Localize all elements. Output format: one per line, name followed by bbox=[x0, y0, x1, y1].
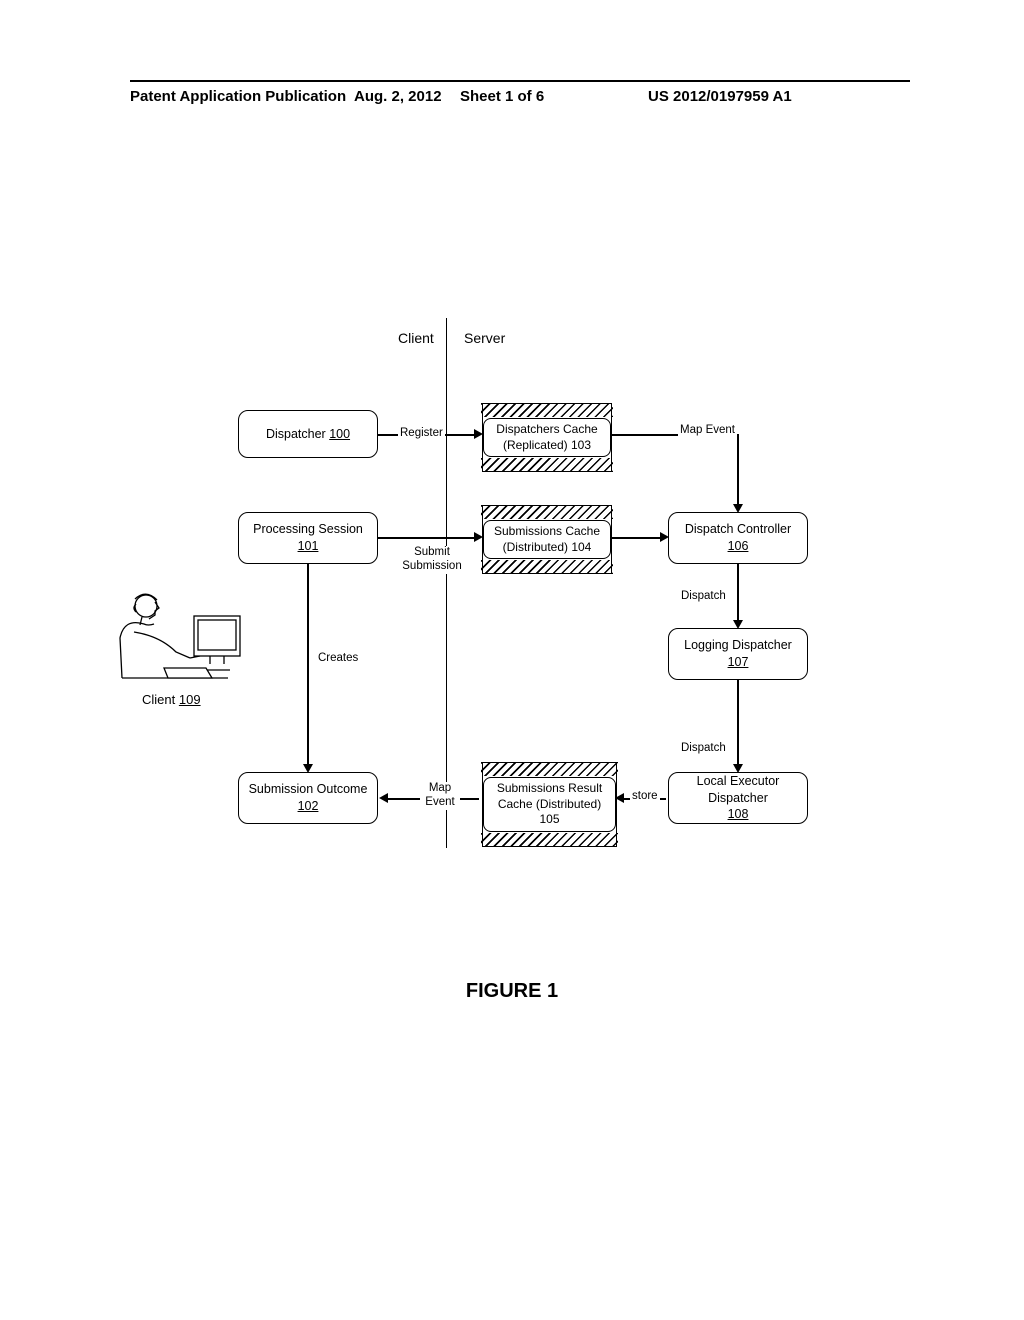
arrow-icon bbox=[733, 504, 743, 513]
header-publication-type: Patent Application Publication bbox=[130, 88, 346, 105]
node-ref: 101 bbox=[298, 538, 319, 555]
edge-label-dispatch-1: Dispatch bbox=[679, 590, 728, 604]
column-label-client: Client bbox=[398, 330, 434, 346]
node-processing-session: Processing Session 101 bbox=[238, 512, 378, 564]
edge-submit bbox=[378, 537, 478, 539]
arrow-icon bbox=[660, 532, 669, 542]
edge-map-event-top-v bbox=[737, 434, 739, 508]
header-sheet: Sheet 1 of 6 bbox=[460, 88, 544, 105]
edge-label-map-event-bottom: Map Event bbox=[420, 782, 460, 810]
edge-creates bbox=[307, 564, 309, 768]
node-dispatcher: Dispatcher 100 bbox=[238, 410, 378, 458]
arrow-icon bbox=[733, 764, 743, 773]
arrow-icon bbox=[733, 620, 743, 629]
client-user-icon bbox=[106, 582, 256, 692]
node-ref: 102 bbox=[298, 798, 319, 815]
arrow-icon bbox=[615, 793, 624, 803]
node-dispatcher-label: Dispatcher 100 bbox=[266, 426, 350, 443]
client-caption: Client 109 bbox=[142, 692, 201, 707]
node-text: Submission Outcome bbox=[249, 781, 368, 798]
arrow-icon bbox=[303, 764, 313, 773]
edge-label-map-event-top: Map Event bbox=[678, 424, 737, 438]
node-results-cache: Submissions ResultCache (Distributed)105 bbox=[482, 762, 617, 847]
node-submission-outcome: Submission Outcome 102 bbox=[238, 772, 378, 824]
node-text: Logging Dispatcher bbox=[684, 637, 792, 654]
edge-dispatch-1 bbox=[737, 564, 739, 624]
client-server-divider bbox=[446, 318, 447, 848]
arrow-icon bbox=[474, 532, 483, 542]
node-text: Dispatch Controller bbox=[685, 521, 791, 538]
edge-dispatch-2 bbox=[737, 680, 739, 768]
edge-label-register: Register bbox=[398, 427, 445, 441]
node-local-executor: Local Executor Dispatcher 108 bbox=[668, 772, 808, 824]
edge-label-creates: Creates bbox=[316, 652, 360, 666]
arrow-icon bbox=[474, 429, 483, 439]
header-divider bbox=[130, 80, 910, 82]
header-date: Aug. 2, 2012 bbox=[354, 88, 442, 105]
node-ref: 106 bbox=[728, 538, 749, 555]
edge-subcache-to-controller bbox=[612, 537, 664, 539]
node-submissions-cache: Submissions Cache(Distributed) 104 bbox=[482, 505, 612, 574]
node-logging-dispatcher: Logging Dispatcher 107 bbox=[668, 628, 808, 680]
column-label-server: Server bbox=[464, 330, 505, 346]
edge-label-store: store bbox=[630, 790, 660, 804]
diagram-figure-1: Client Server Dispatcher 100 Processing … bbox=[120, 310, 910, 930]
node-text: Local Executor Dispatcher bbox=[673, 773, 803, 807]
edge-label-dispatch-2: Dispatch bbox=[679, 742, 728, 756]
node-text: Processing Session bbox=[253, 521, 363, 538]
node-dispatchers-cache: Dispatchers Cache(Replicated) 103 bbox=[482, 403, 612, 472]
node-ref: 107 bbox=[728, 654, 749, 671]
arrow-icon bbox=[379, 793, 388, 803]
header-pub-number: US 2012/0197959 A1 bbox=[648, 88, 792, 105]
figure-caption: FIGURE 1 bbox=[0, 980, 1024, 1003]
edge-label-submit: Submit Submission bbox=[396, 546, 468, 574]
node-dispatch-controller: Dispatch Controller 106 bbox=[668, 512, 808, 564]
node-ref: 108 bbox=[728, 806, 749, 823]
